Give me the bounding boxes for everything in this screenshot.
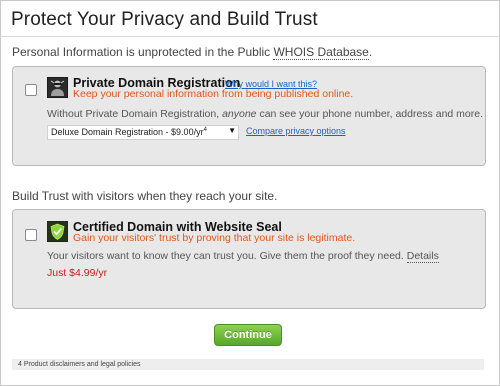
- compare-privacy-options-link[interactable]: Compare privacy options: [246, 126, 346, 136]
- section-privacy-heading: Personal Information is unprotected in t…: [12, 45, 373, 60]
- privacy-plan-select-text: Deluxe Domain Registration - $9.00/yr: [51, 127, 204, 137]
- masked-person-icon: [47, 77, 68, 98]
- legal-footer: 4 Product disclaimers and legal policies: [12, 359, 484, 370]
- shield-check-icon: [47, 221, 68, 242]
- certified-desc-text: Your visitors want to know they can trus…: [47, 250, 404, 262]
- privacy-option-tagline: Keep your personal information from bein…: [73, 88, 354, 100]
- section-privacy-heading-prefix: Personal Information is unprotected in t…: [12, 45, 274, 59]
- details-link[interactable]: Details: [406, 250, 439, 263]
- privacy-checkbox[interactable]: [25, 84, 37, 96]
- legal-disclaimers-link[interactable]: 4 Product disclaimers and legal policies: [12, 361, 141, 368]
- section-privacy-heading-suffix: .: [368, 45, 373, 59]
- page-title: Protect Your Privacy and Build Trust: [11, 9, 318, 30]
- privacy-desc-before: Without Private Domain Registration,: [47, 108, 223, 120]
- title-divider: [0, 36, 500, 37]
- certified-price: Just $4.99/yr: [47, 267, 108, 279]
- privacy-plan-select-value: Deluxe Domain Registration - $9.00/yr4: [51, 127, 207, 137]
- privacy-desc-emphasis: anyone: [222, 108, 257, 120]
- continue-button[interactable]: Continue: [214, 324, 282, 346]
- privacy-plan-select[interactable]: Deluxe Domain Registration - $9.00/yr4 ▼: [47, 125, 239, 140]
- section-trust-heading: Build Trust with visitors when they reac…: [12, 189, 278, 203]
- privacy-desc-after: can see your phone number, address and m…: [256, 108, 484, 120]
- chevron-down-icon: ▼: [228, 126, 236, 135]
- certified-option-description: Your visitors want to know they can trus…: [47, 250, 439, 263]
- certified-checkbox[interactable]: [25, 229, 37, 241]
- privacy-option-panel: Private Domain Registration Why would I …: [12, 66, 486, 166]
- certified-option-tagline: Gain your visitors' trust by proving tha…: [73, 232, 356, 244]
- privacy-plan-footnote: 4: [203, 127, 207, 133]
- certified-option-panel: Certified Domain with Website Seal Gain …: [12, 209, 486, 309]
- privacy-option-description: Without Private Domain Registration, any…: [47, 108, 483, 120]
- whois-term[interactable]: WHOIS Database: [273, 45, 369, 60]
